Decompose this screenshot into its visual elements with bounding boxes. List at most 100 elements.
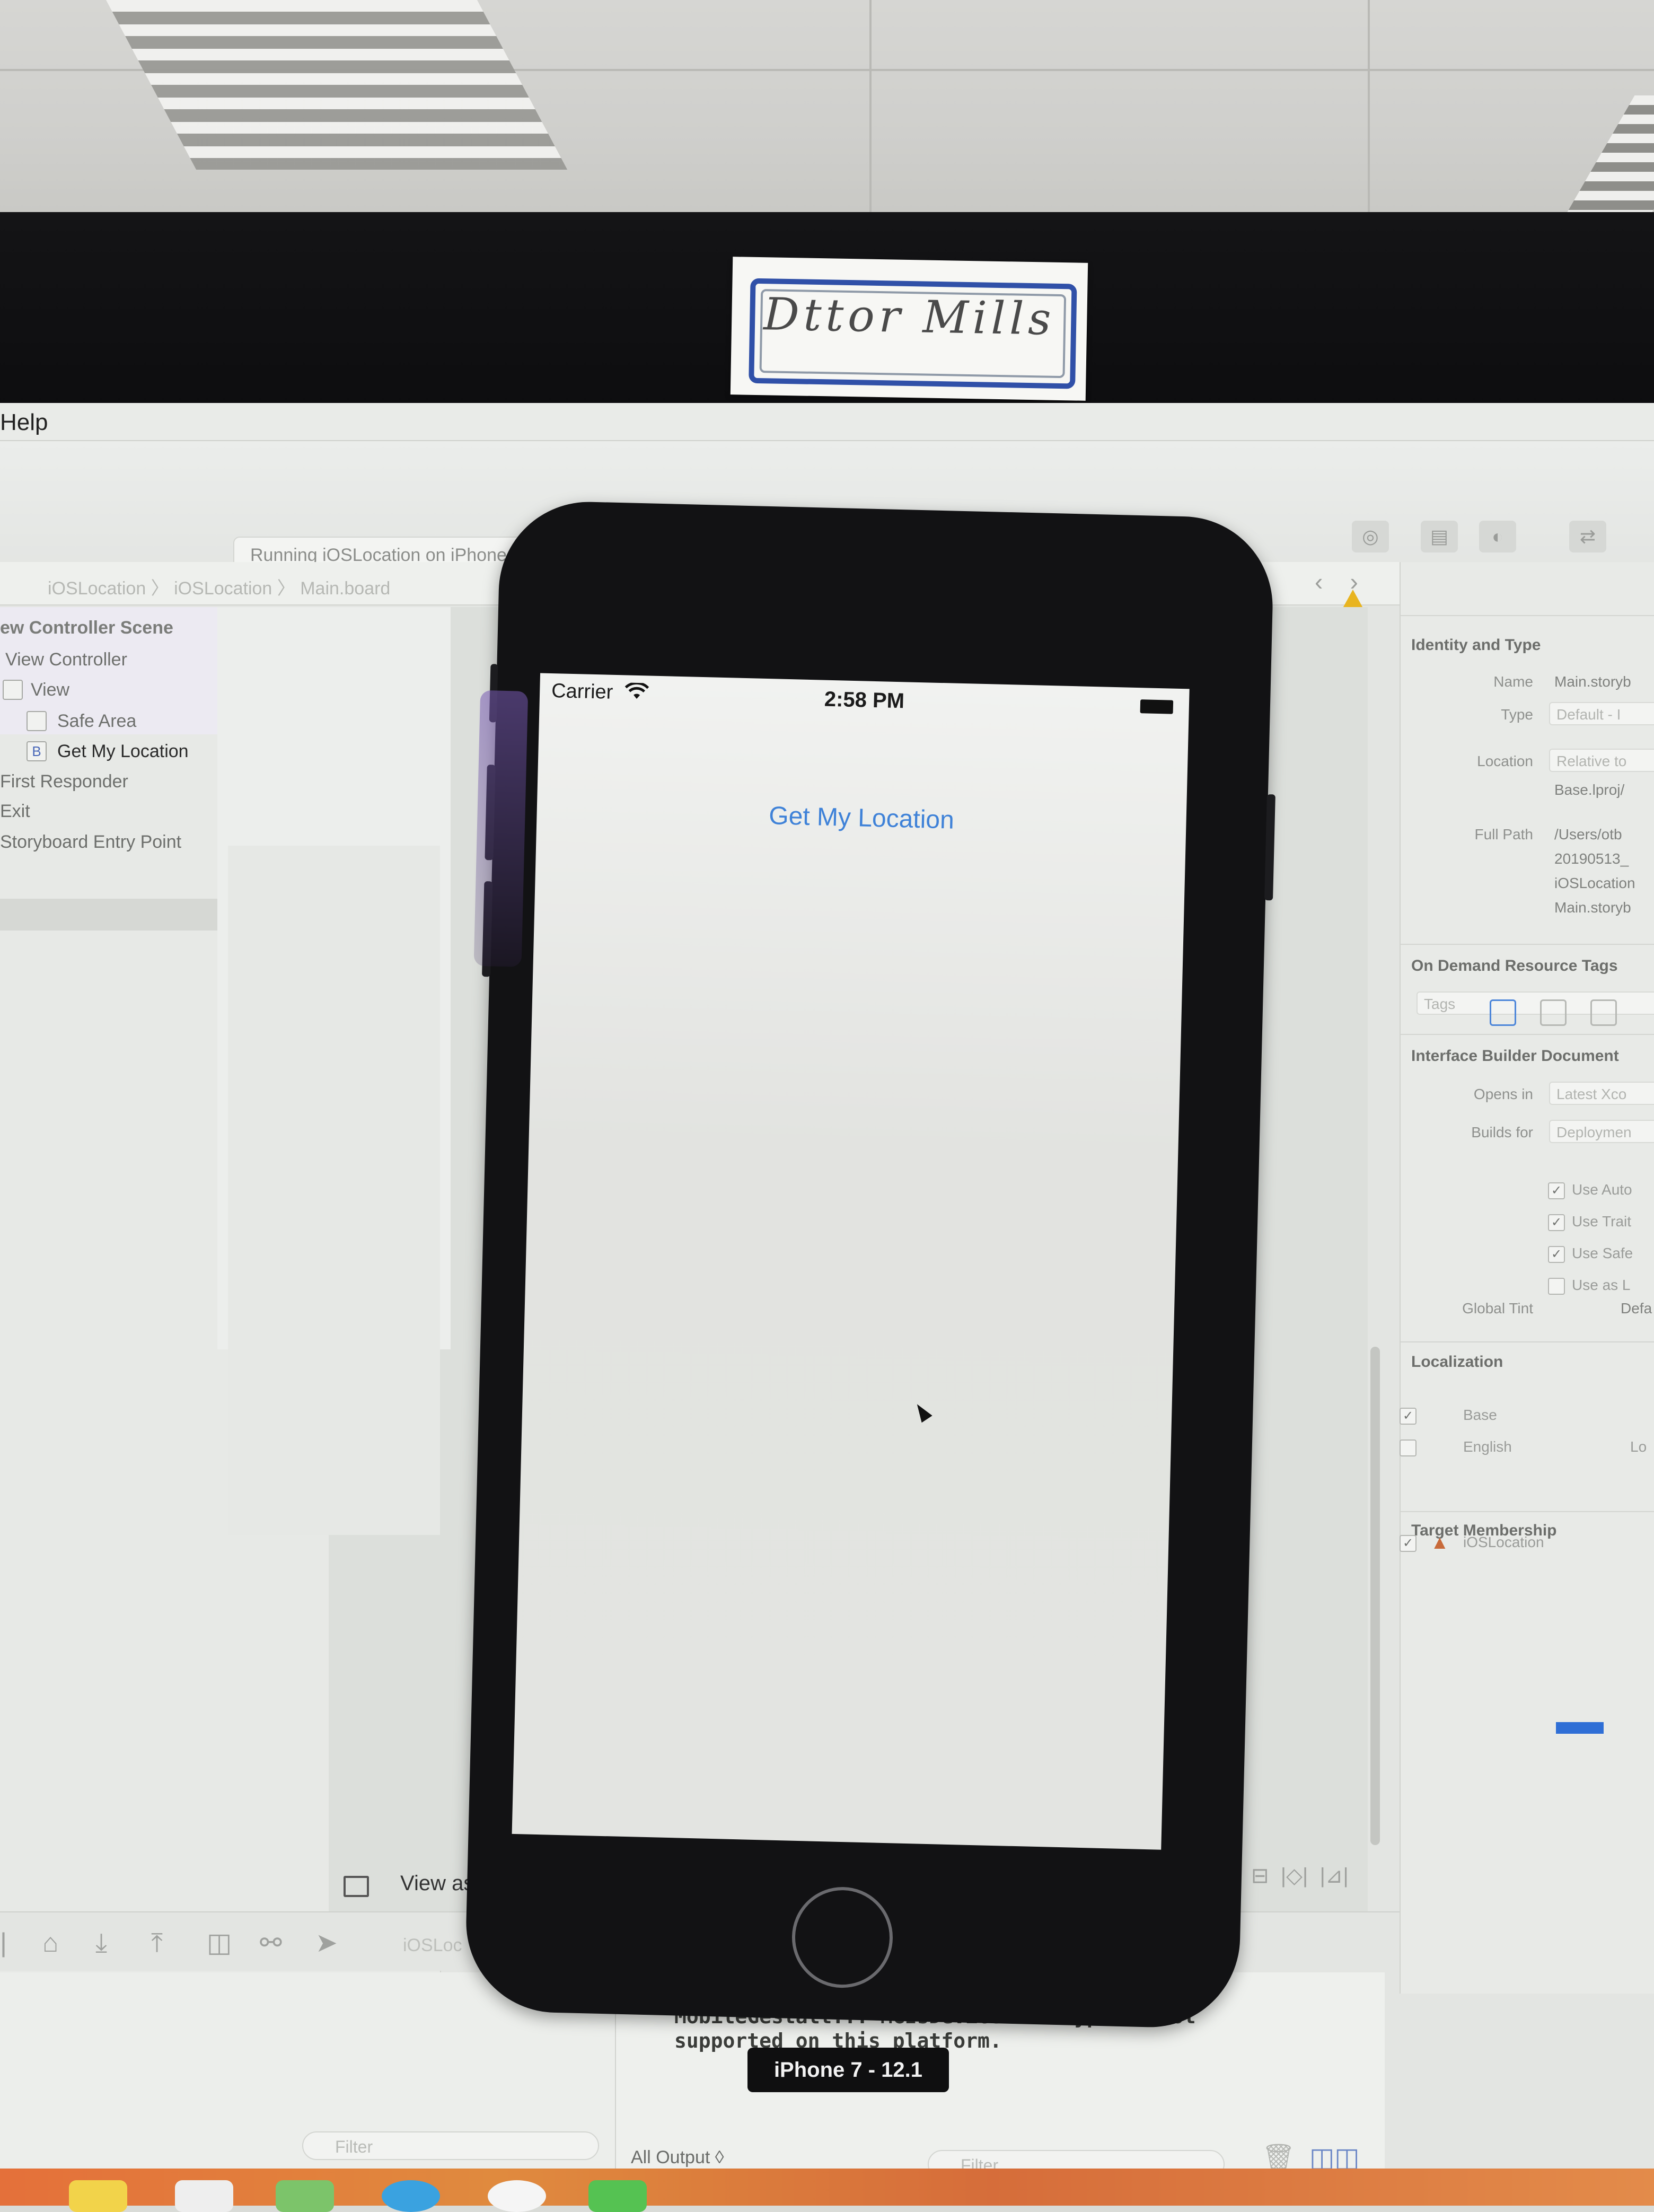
use-as-launch-checkbox[interactable] [1548, 1278, 1565, 1295]
iphone-simulator: Carrier 2:58 PM Get My Location [464, 499, 1275, 2030]
all-output-select[interactable]: All Output ◊ [631, 2147, 724, 2168]
type-label: Type [1501, 706, 1533, 723]
dock-app-icon[interactable] [488, 2180, 546, 2212]
identity-type-title: Identity and Type [1411, 636, 1541, 654]
canvas-scrollbar[interactable] [1370, 1347, 1380, 1845]
tags-field[interactable]: Tags [1417, 991, 1654, 1015]
dock-app-icon[interactable] [276, 2180, 334, 2212]
localization-english-checkbox[interactable] [1400, 1439, 1417, 1456]
outline-item-exit[interactable]: Exit [0, 801, 30, 822]
debug-breadcrumb[interactable]: iOSLoc [403, 1935, 462, 1956]
ceiling-vent [1567, 95, 1654, 212]
localization-english-label: English [1463, 1438, 1512, 1455]
ceiling-vent [106, 0, 568, 170]
ib-document-title: Interface Builder Document [1411, 1047, 1619, 1065]
use-trait-checkbox[interactable]: ✓ [1548, 1214, 1565, 1231]
full-path-line: /Users/otb [1554, 826, 1622, 842]
opens-in-label: Opens in [1473, 1086, 1533, 1102]
outline-item-get-my-location[interactable]: Get My Location [57, 741, 189, 762]
target-membership-label: iOSLocation [1463, 1534, 1544, 1550]
help-inspector-tab-icon[interactable] [1540, 999, 1567, 1026]
toggle-outline-icon[interactable] [344, 1876, 369, 1897]
use-as-launch-label: Use as L [1572, 1277, 1631, 1293]
location-select[interactable]: Relative to [1549, 749, 1654, 772]
global-tint-label: Global Tint [1462, 1300, 1533, 1316]
canvas-scene-preview [228, 846, 440, 1535]
outline-item-view[interactable]: View [31, 680, 69, 700]
localization-english-extra: Lo [1630, 1438, 1647, 1455]
mouse-cursor-icon [911, 1400, 932, 1423]
assistant-editor-icon[interactable]: ◐ [1479, 521, 1516, 552]
location-path: Base.lproj/ [1554, 782, 1625, 798]
outline-scene-header[interactable]: ew Controller Scene [0, 618, 173, 638]
full-path-line: Main.storyb [1554, 899, 1631, 916]
use-safe-area-label: Use Safe [1572, 1245, 1633, 1261]
outline-item-first-responder[interactable]: First Responder [0, 771, 128, 792]
home-button[interactable] [790, 1885, 894, 1989]
status-bar: Carrier 2:58 PM [540, 673, 1190, 723]
localization-base-label: Base [1463, 1407, 1497, 1423]
status-time: 2:58 PM [824, 687, 905, 713]
debug-hide-icon[interactable]: | [0, 1927, 7, 1958]
outline-item-view-controller[interactable]: View Controller [5, 649, 127, 670]
menu-help[interactable]: Help [0, 409, 48, 436]
screen-reflection [473, 690, 529, 967]
dock-app-icon[interactable] [588, 2180, 647, 2212]
view-hierarchy-icon[interactable]: ◫ [207, 1927, 232, 1958]
dock-app-notes-icon[interactable] [69, 2180, 127, 2212]
library-icon[interactable]: ◎ [1352, 521, 1389, 552]
use-autolayout-label: Use Auto [1572, 1181, 1632, 1198]
use-autolayout-checkbox[interactable]: ✓ [1548, 1182, 1565, 1199]
localization-title: Localization [1411, 1353, 1503, 1371]
canvas-layout-controls-icon[interactable]: ⊟ |◇| |⊿| [1251, 1864, 1349, 1888]
location-label: Location [1477, 753, 1533, 769]
name-card: Dttor Mills [730, 257, 1088, 401]
variables-filter-field[interactable]: Filter [302, 2131, 599, 2160]
step-out-icon[interactable]: ⤒ [151, 1927, 163, 1959]
full-path-line: iOSLocation [1554, 875, 1635, 891]
inspector-divider [1401, 944, 1654, 945]
target-membership-checkbox[interactable]: ✓ [1400, 1535, 1417, 1552]
inspector-divider [1401, 1341, 1654, 1342]
inspector-divider [1401, 1034, 1654, 1035]
name-value: Main.storyb [1554, 673, 1631, 690]
battery-icon [1140, 699, 1174, 714]
simulator-screen[interactable]: Carrier 2:58 PM Get My Location [512, 673, 1190, 1850]
menu-bar: Help [0, 403, 1654, 441]
standard-editor-icon[interactable]: ▤ [1421, 521, 1458, 552]
simulator-device-label: iPhone 7 - 12.1 [747, 2048, 949, 2092]
localization-base-checkbox[interactable]: ✓ [1400, 1408, 1417, 1425]
dock [0, 2169, 1654, 2206]
odr-tags-title: On Demand Resource Tags [1411, 957, 1618, 975]
builds-for-label: Builds for [1471, 1124, 1533, 1140]
ceiling-grid-line [1368, 0, 1370, 223]
outline-item-entry-point[interactable]: Storyboard Entry Point [0, 832, 181, 853]
full-path-line: 20190513_ [1554, 850, 1629, 867]
view-as-label[interactable]: View as [400, 1872, 474, 1895]
view-icon [3, 680, 23, 700]
target-app-icon: ▲ [1430, 1531, 1449, 1553]
inspector-divider [1401, 1511, 1654, 1512]
identity-inspector-tab-icon[interactable] [1590, 999, 1617, 1026]
dock-app-icon[interactable] [382, 2180, 440, 2212]
outline-item-safe-area[interactable]: Safe Area [57, 711, 136, 732]
memory-graph-icon[interactable]: ⚯ [260, 1927, 282, 1958]
location-icon[interactable]: ➤ [315, 1927, 338, 1958]
global-tint-swatch[interactable] [1556, 1722, 1604, 1734]
file-inspector-tab-icon[interactable] [1490, 999, 1516, 1026]
jump-bar-breadcrumb[interactable]: iOSLocation 〉 iOSLocation 〉 Main.board [48, 574, 390, 600]
type-select[interactable]: Default - I [1549, 702, 1654, 725]
full-path-label: Full Path [1474, 826, 1534, 842]
opens-in-select[interactable]: Latest Xco [1549, 1082, 1654, 1105]
builds-for-select[interactable]: Deploymen [1549, 1120, 1654, 1143]
use-safe-area-checkbox[interactable]: ✓ [1548, 1246, 1565, 1263]
global-tint-value[interactable]: Defa [1621, 1300, 1652, 1317]
ceiling-background [0, 0, 1654, 223]
continue-icon[interactable]: ⌂ [42, 1927, 58, 1958]
name-label: Name [1493, 673, 1533, 690]
version-editor-icon[interactable]: ⇄ [1569, 521, 1606, 552]
dock-app-icon[interactable] [175, 2180, 233, 2212]
name-card-text: Dttor Mills [763, 288, 1056, 345]
get-my-location-button[interactable]: Get My Location [536, 795, 1186, 841]
step-over-icon[interactable]: ⤓ [95, 1927, 107, 1959]
